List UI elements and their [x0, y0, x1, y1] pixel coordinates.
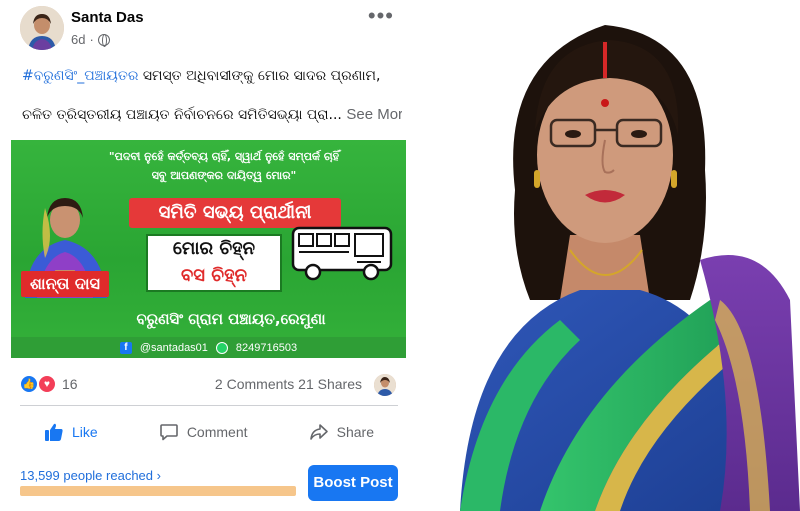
- shares-count[interactable]: 21 Shares: [298, 376, 362, 392]
- banner-quote-line-1: "ପଦବୀ ନୁହେଁ କର୍ତ୍ତବ୍ୟ ଚାହିଁ, ସ୍ୱାର୍ଥ ନୁହ…: [108, 150, 340, 163]
- share-label: Share: [336, 424, 374, 440]
- see-more-link[interactable]: See More: [346, 106, 402, 123]
- post-header: Santa Das 6d · •••: [20, 5, 410, 52]
- facebook-icon: f: [119, 341, 132, 354]
- post-time[interactable]: 6d: [71, 32, 85, 47]
- symbol-line-2: ବସ ଚିହ୍ନ: [181, 265, 247, 286]
- post-line-1-text: ସମସ୍ତ ଅଧିବାସୀଙ୍କୁ ମୋର ସାଦର ପ୍ରଣାମ,: [138, 68, 381, 84]
- people-reached-link[interactable]: 13,599 people reached ›: [20, 468, 161, 483]
- comments-count[interactable]: 2 Comments: [215, 376, 294, 392]
- love-reaction-icon: ♥: [38, 375, 56, 393]
- post-line-2-text: ଚଳିତ ତ୍ରିସ୍ତରୀୟ ପଞ୍ଚାୟତ ନିର୍ବାଚନରେ ସମିତି…: [22, 107, 342, 123]
- comment-button[interactable]: Comment: [135, 422, 272, 442]
- whatsapp-icon: [215, 341, 228, 354]
- comment-label: Comment: [186, 424, 248, 440]
- page-selector-avatar[interactable]: [374, 374, 396, 396]
- reach-progress-fill: [20, 486, 296, 496]
- share-button[interactable]: Share: [285, 422, 398, 442]
- facebook-handle: @santadas01: [139, 341, 208, 354]
- candidate-name: ଶାନ୍ତା ଦାସ: [21, 271, 109, 297]
- like-reaction-icon: 👍: [20, 375, 38, 393]
- hashtag-link[interactable]: #ବରୁଣସିଂ_ପଞ୍ଚାୟତର: [22, 68, 138, 84]
- globe-icon[interactable]: [97, 33, 110, 47]
- share-icon: [309, 424, 328, 440]
- facebook-post: Santa Das 6d · ••• #ବରୁଣସିଂ_ପଞ୍ଚାୟତର ସମସ…: [0, 0, 418, 511]
- post-line-2: ଚଳିତ ତ୍ରିସ୍ତରୀୟ ପଞ୍ଚାୟତ ନିର୍ବାଚନରେ ସମିତି…: [22, 105, 402, 125]
- author-avatar[interactable]: [20, 6, 64, 50]
- post-text: #ବରୁଣସିଂ_ପଞ୍ଚାୟତର ସମସ୍ତ ଅଧିବାସୀଙ୍କୁ ମୋର …: [22, 66, 402, 144]
- reaction-count: 16: [62, 376, 78, 392]
- chevron-right-icon: ›: [156, 468, 161, 483]
- campaign-banner-image[interactable]: "ପଦବୀ ନୁହେଁ କର୍ତ୍ତବ୍ୟ ଚାହିଁ, ସ୍ୱାର୍ଥ ନୁହ…: [11, 140, 406, 358]
- author-name[interactable]: Santa Das: [71, 9, 144, 26]
- phone-number: 8249716503: [235, 341, 298, 354]
- thumbs-up-icon: [45, 423, 63, 441]
- symbol-line-1: ମୋର ଚିହ୍ନ: [172, 238, 256, 259]
- people-reached-label: 13,599 people reached: [20, 468, 154, 483]
- post-meta: 6d ·: [71, 32, 110, 47]
- reaction-summary[interactable]: 👍 ♥ 16: [20, 374, 78, 394]
- post-line-1: #ବରୁଣସିଂ_ପଞ୍ଚାୟତର ସମସ୍ତ ଅଧିବାସୀଙ୍କୁ ମୋର …: [22, 66, 402, 86]
- boost-post-button[interactable]: Boost Post: [308, 465, 398, 501]
- engagement-stats: 2 Comments 21 Shares: [215, 376, 362, 392]
- post-actions: Like Comment Share: [20, 414, 398, 450]
- more-horizontal-icon[interactable]: •••: [368, 5, 394, 27]
- actions-divider: [20, 405, 398, 406]
- reach-progress-bar: [20, 486, 296, 496]
- like-button[interactable]: Like: [20, 422, 122, 442]
- portrait-illustration: [420, 0, 800, 511]
- bus-symbol-icon: [291, 226, 393, 281]
- comment-icon: [160, 424, 178, 441]
- symbol-box: ମୋର ଚିହ୍ନ ବସ ଚିହ୍ନ: [146, 234, 282, 292]
- meta-separator: ·: [89, 32, 94, 47]
- banner-place: ବରୁଣସିଂ ଗ୍ରାମ ପଞ୍ଚାୟତ,ରେମୁଣା: [136, 310, 326, 328]
- candidate-portrait-photo: [420, 0, 800, 511]
- like-label: Like: [72, 424, 98, 440]
- contact-bar: f @santadas01 8249716503: [11, 337, 406, 358]
